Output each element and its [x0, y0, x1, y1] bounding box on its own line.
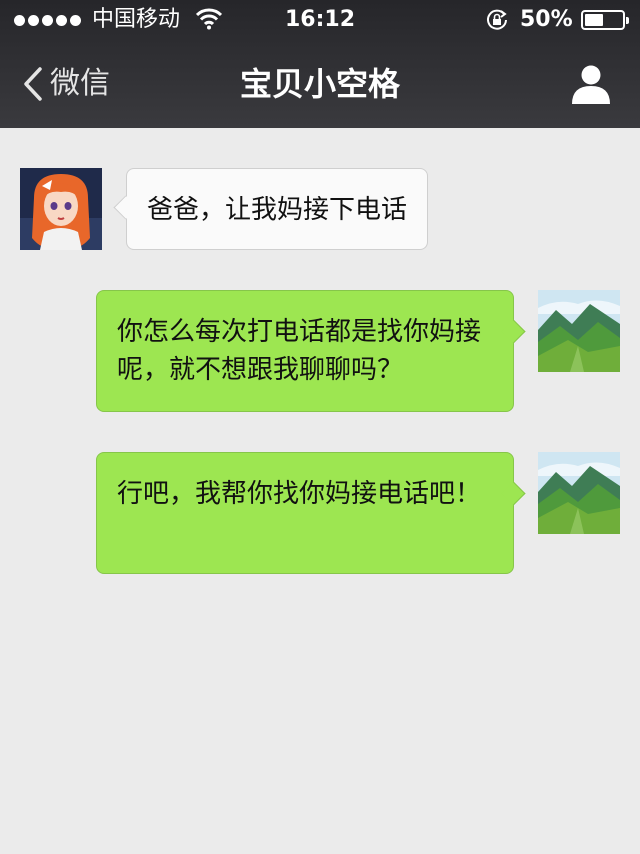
message-bubble-outgoing[interactable]: 行吧，我帮你找你妈接电话吧！: [96, 452, 514, 574]
battery-icon: [581, 10, 629, 30]
message-bubble-outgoing[interactable]: 你怎么每次打电话都是找你妈接呢，就不想跟我聊聊吗？: [96, 290, 514, 412]
battery-percent: 50%: [520, 7, 573, 32]
status-bar: 中国移动 16:12 50%: [0, 0, 640, 42]
message-list: 爸爸，让我妈接下电话 你怎么每次打电话都是找你妈接呢，就不想跟我聊聊吗？ 行吧，…: [0, 128, 640, 854]
top-bar: 中国移动 16:12 50% 微信 宝贝小空格: [0, 0, 640, 128]
message-text: 爸爸，让我妈接下电话: [147, 195, 408, 225]
message-bubble-incoming[interactable]: 爸爸，让我妈接下电话: [126, 168, 429, 250]
message-text: 行吧，我帮你找你妈接电话吧！: [117, 479, 482, 509]
rotation-lock-icon: [487, 9, 507, 30]
mountain-landscape-avatar[interactable]: [538, 452, 620, 534]
message-row-incoming: 爸爸，让我妈接下电话: [0, 168, 640, 250]
message-row-outgoing: 你怎么每次打电话都是找你妈接呢，就不想跟我聊聊吗？: [0, 290, 640, 412]
girl-cartoon-avatar[interactable]: [20, 168, 102, 250]
person-icon[interactable]: [570, 64, 612, 104]
message-row-outgoing: 行吧，我帮你找你妈接电话吧！: [0, 452, 640, 574]
message-text: 你怎么每次打电话都是找你妈接呢，就不想跟我聊聊吗？: [117, 317, 482, 385]
chat-title: 宝贝小空格: [239, 65, 400, 103]
battery-level-fill: [585, 14, 603, 26]
mountain-landscape-avatar[interactable]: [538, 290, 620, 372]
